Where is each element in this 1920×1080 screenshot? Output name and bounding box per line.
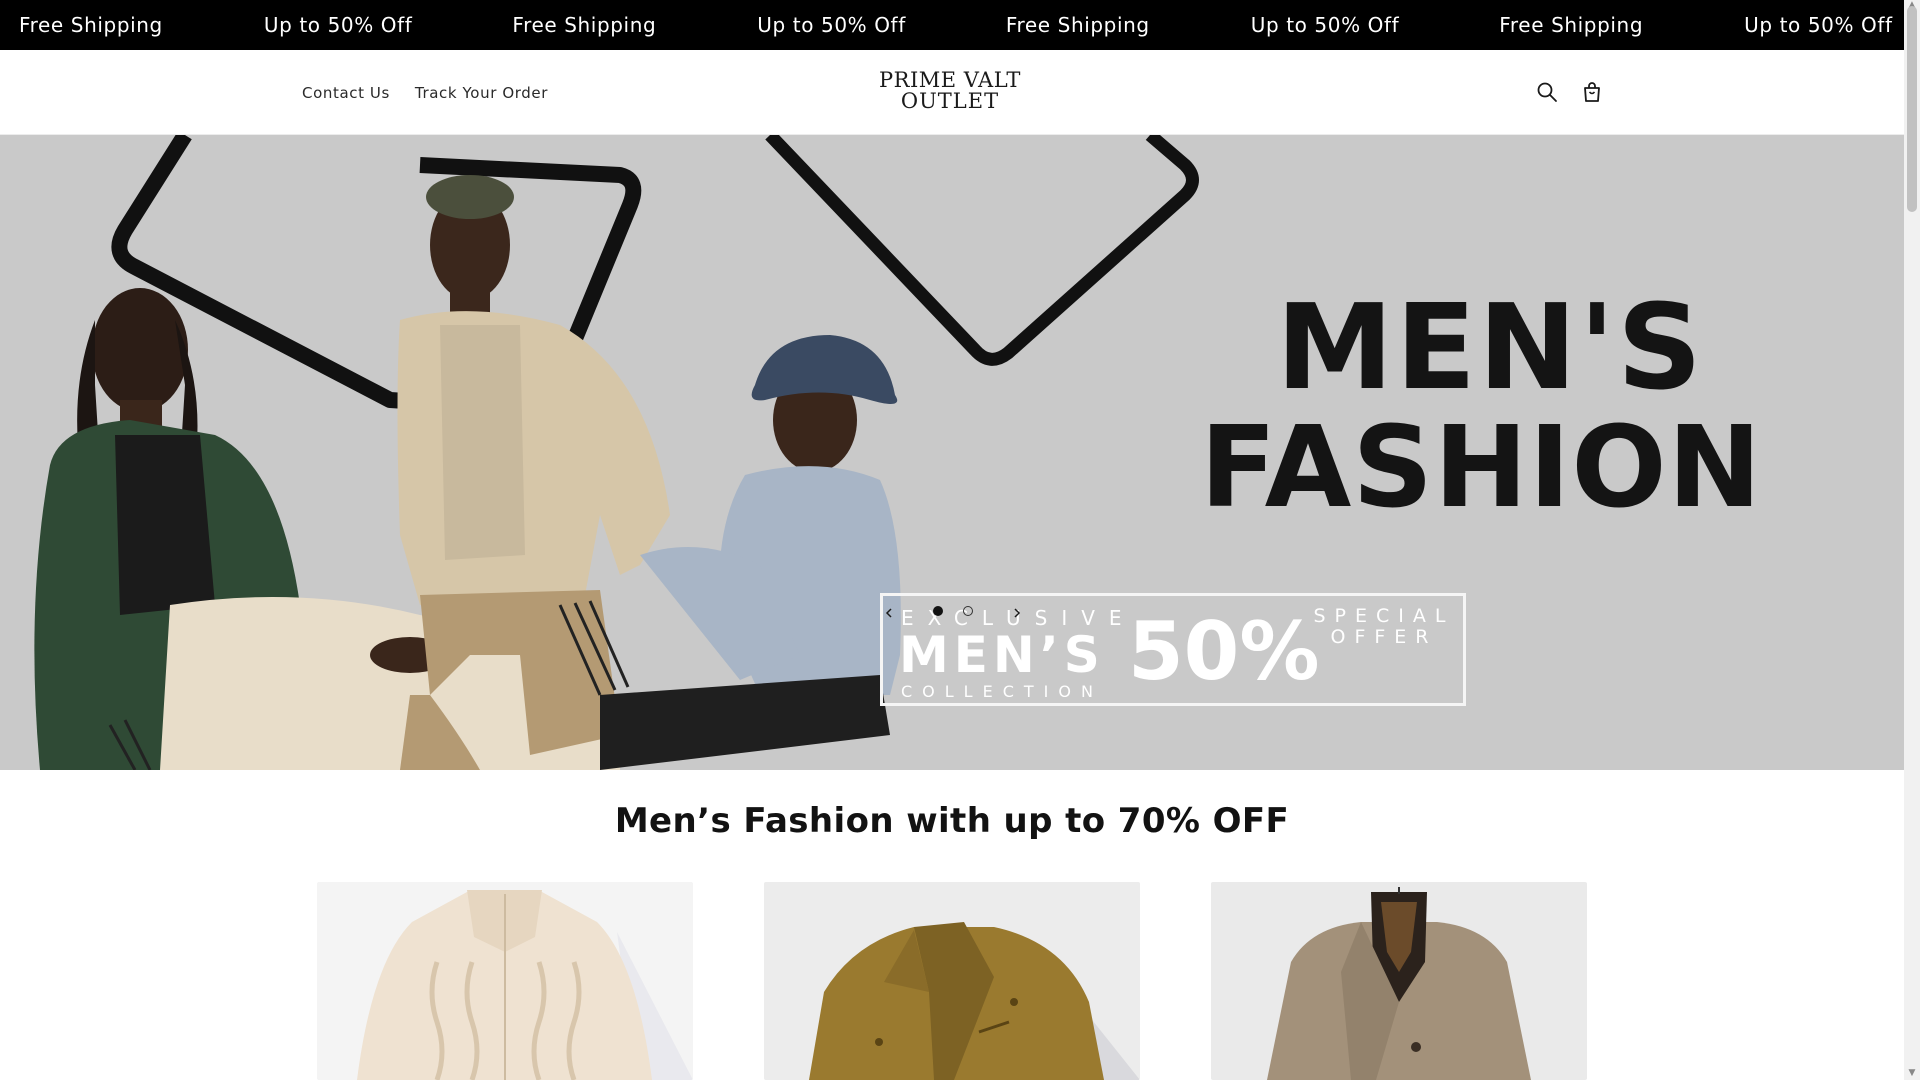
announcement-message: Up to 50% Off <box>1250 13 1400 37</box>
chevron-left-icon <box>885 608 892 618</box>
product-card-sweater[interactable] <box>317 882 693 1080</box>
header-nav: Contact Us Track Your Order <box>302 50 548 135</box>
promo-mens: MEN’S <box>899 626 1105 684</box>
slide-next-button[interactable] <box>1004 600 1030 626</box>
search-icon <box>1537 82 1557 102</box>
slide-dot-2[interactable] <box>963 606 973 616</box>
product-image-wool-coat <box>1211 882 1587 1080</box>
promo-offer: OFFER <box>1330 626 1438 648</box>
cart-button[interactable] <box>1578 78 1606 106</box>
hero-slideshow: MEN'S FASHION EXCLUSIVE MEN’S COLLECTION… <box>0 135 1904 770</box>
slide-dot-1[interactable] <box>933 606 943 616</box>
hero-heading: MEN'S FASHION <box>1200 278 1761 527</box>
announcement-track: Free Shipping Up to 50% Off Free Shipping U… <box>19 0 1920 50</box>
announcement-message: Up to 50% Off <box>263 13 413 37</box>
announcement-message: Free Shipping <box>512 13 657 37</box>
site-logo[interactable]: PRIME VALT OUTLET <box>860 70 1040 112</box>
page-scrollbar[interactable]: ▲ ▼ <box>1904 0 1920 1080</box>
slideshow-controls <box>0 600 1904 626</box>
scrollbar-thumb[interactable] <box>1907 6 1917 212</box>
announcement-message: Up to 50% Off <box>757 13 906 37</box>
product-card-wool-coat[interactable] <box>1211 882 1587 1080</box>
cart-icon <box>1584 82 1600 102</box>
announcement-message: Free Shipping <box>1499 13 1644 37</box>
chevron-right-icon <box>1014 608 1021 618</box>
logo-line-1: PRIME VALT <box>879 68 1021 92</box>
site-header: Contact Us Track Your Order PRIME VALT O… <box>0 50 1904 135</box>
announcement-message: Up to 50% Off <box>1744 13 1893 37</box>
nav-link-track-order[interactable]: Track Your Order <box>415 84 548 102</box>
product-image-sweater <box>317 882 693 1080</box>
announcement-bar: Free Shipping Up to 50% Off Free Shipping U… <box>0 0 1920 50</box>
promo-collection: COLLECTION <box>901 682 1103 701</box>
nav-link-contact-us[interactable]: Contact Us <box>302 84 390 102</box>
product-card-suede-jacket[interactable] <box>764 882 1140 1080</box>
search-button[interactable] <box>1533 78 1561 106</box>
slide-previous-button[interactable] <box>876 600 902 626</box>
logo-line-2: OUTLET <box>900 89 1000 113</box>
announcement-message: Free Shipping <box>1005 13 1150 37</box>
scroll-down-icon[interactable]: ▼ <box>1907 1068 1917 1078</box>
announcement-message: Free Shipping <box>19 13 163 37</box>
product-image-suede-jacket <box>764 882 1140 1080</box>
section-title: Men’s Fashion with up to 70% OFF <box>614 801 1290 841</box>
hero-heading-line-2: FASHION <box>1200 403 1763 533</box>
hero-heading-line-1: MEN'S <box>1276 278 1704 416</box>
